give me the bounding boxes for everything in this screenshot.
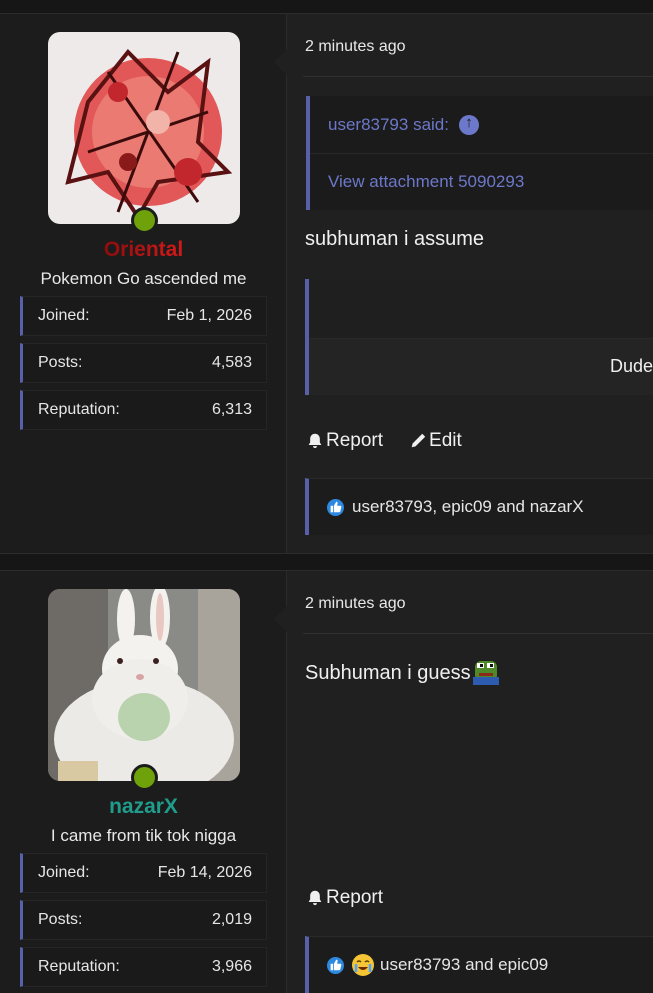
stat-reputation: Reputation: 3,966 (20, 947, 267, 987)
reactions-bar[interactable]: user83793, epic09 and nazarX (305, 478, 653, 535)
online-status-indicator (131, 207, 158, 234)
quote-author[interactable]: user83793 said: (310, 96, 653, 154)
like-icon (325, 496, 346, 518)
quote-attachment-link[interactable]: View attachment 5090293 (310, 154, 653, 210)
message-arrow (274, 605, 288, 633)
user-title: I came from tik tok nigga (50, 826, 237, 845)
post-timestamp[interactable]: 2 minutes ago (305, 595, 406, 613)
username[interactable]: Oriental (0, 238, 287, 262)
stat-value: 6,313 (211, 401, 252, 418)
post-actions: Report (306, 887, 383, 909)
post-timestamp[interactable]: 2 minutes ago (305, 38, 406, 56)
bell-icon (308, 890, 322, 906)
online-status-indicator (131, 764, 158, 791)
report-button[interactable]: Report (306, 430, 383, 452)
edit-button[interactable]: Edit (409, 430, 462, 452)
stat-reputation: Reputation: 6,313 (20, 390, 267, 430)
arrow-up-icon[interactable] (458, 114, 479, 135)
reactions-text[interactable]: user83793, epic09 and nazarX (352, 497, 584, 517)
crying-emoji-icon (352, 954, 374, 976)
embed-block: Dude (305, 279, 653, 395)
quote-block: user83793 said: View attachment 5090293 (306, 96, 653, 210)
stat-posts: Posts: 2,019 (20, 900, 267, 940)
quote-author-text[interactable]: user83793 said: (328, 115, 449, 135)
report-button[interactable]: Report (306, 887, 383, 909)
reactions-text[interactable]: user83793 and epic09 (380, 955, 548, 975)
stat-label: Posts: (38, 911, 83, 928)
stat-label: Posts: (38, 354, 83, 371)
message-text: Subhuman i guess (305, 655, 501, 685)
user-pane: nazarX I came from tik tok nigga Joined:… (0, 571, 287, 993)
report-label[interactable]: Report (326, 887, 383, 909)
divider (303, 76, 653, 77)
embed-text: Dude (609, 356, 653, 376)
username-text[interactable]: Oriental (104, 238, 183, 261)
reactions-bar[interactable]: user83793 and epic09 (305, 936, 653, 993)
post: nazarX I came from tik tok nigga Joined:… (0, 570, 653, 993)
message-arrow (274, 48, 288, 76)
stat-value: Feb 14, 2026 (157, 864, 252, 881)
edit-label[interactable]: Edit (429, 430, 462, 452)
like-icon (325, 954, 346, 976)
pencil-icon (411, 433, 426, 448)
message-pane: 2 minutes ago user83793 said: View attac… (274, 14, 653, 553)
stat-label: Joined: (38, 864, 90, 881)
stat-value: 3,966 (211, 958, 252, 975)
user-title: Pokemon Go ascended me (40, 269, 247, 288)
message-text: subhuman i assume (305, 228, 484, 250)
avatar[interactable] (48, 589, 240, 781)
bell-icon (308, 433, 322, 449)
stat-joined: Joined: Feb 14, 2026 (20, 853, 267, 893)
user-pane: Oriental Pokemon Go ascended me Joined: … (0, 14, 287, 553)
stat-posts: Posts: 4,583 (20, 343, 267, 383)
username[interactable]: nazarX (0, 795, 287, 819)
post-actions: Report Edit (306, 430, 462, 452)
avatar[interactable] (48, 32, 240, 224)
stat-joined: Joined: Feb 1, 2026 (20, 296, 267, 336)
stat-label: Reputation: (38, 958, 120, 975)
stat-value: 4,583 (211, 354, 252, 371)
post: Oriental Pokemon Go ascended me Joined: … (0, 13, 653, 554)
divider (303, 633, 653, 634)
message-pane: 2 minutes ago Subhuman i guess Report us… (274, 571, 653, 993)
stat-label: Joined: (38, 307, 90, 324)
stat-value: 2,019 (211, 911, 252, 928)
report-label[interactable]: Report (326, 430, 383, 452)
stat-value: Feb 1, 2026 (166, 307, 252, 324)
pepe-emoji-icon (472, 661, 499, 685)
message-text-content: Subhuman i guess (305, 662, 471, 684)
embed-footer: Dude (309, 338, 653, 395)
stat-label: Reputation: (38, 401, 120, 418)
